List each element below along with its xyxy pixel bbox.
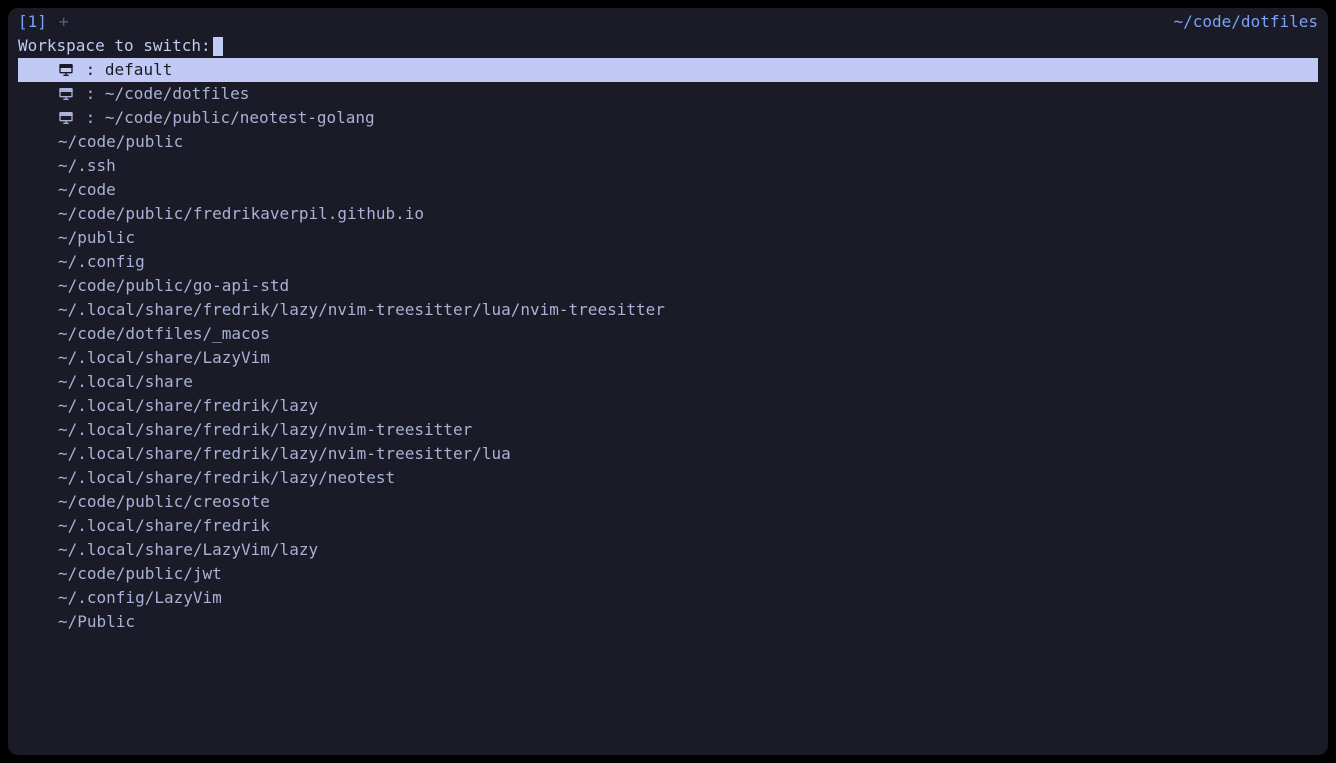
workspace-item[interactable]: ~/Public [18, 610, 1318, 634]
workspace-item[interactable]: ~/code/public [18, 130, 1318, 154]
workspace-item-label: ~/.config/LazyVim [58, 586, 222, 610]
session-path: ~/code/dotfiles [1174, 10, 1319, 34]
workspace-item[interactable]: ~/code/public/fredrikaverpil.github.io [18, 202, 1318, 226]
workspace-item-label: ~/code [58, 178, 116, 202]
workspace-icon [58, 58, 84, 82]
workspace-item[interactable]: ~/public [18, 226, 1318, 250]
workspace-item[interactable]: ~/.local/share [18, 370, 1318, 394]
workspace-item[interactable]: ~/.local/share/fredrik [18, 514, 1318, 538]
tab-bar: [1] + ~/code/dotfiles [18, 10, 1318, 34]
workspace-item[interactable]: ~/.config [18, 250, 1318, 274]
workspace-item-label: ~/code/dotfiles/_macos [58, 322, 270, 346]
workspace-item[interactable]: ~/.local/share/fredrik/lazy [18, 394, 1318, 418]
workspace-item-label: ~/.config [58, 250, 145, 274]
workspace-item-label: ~/code/public [58, 130, 183, 154]
workspace-item[interactable]: ~/code/public/go-api-std [18, 274, 1318, 298]
workspace-item-label: ~/.local/share/LazyVim/lazy [58, 538, 318, 562]
workspace-item[interactable]: ~/.local/share/fredrik/lazy/nvim-treesit… [18, 418, 1318, 442]
workspace-item[interactable]: : default [18, 58, 1318, 82]
tab-left-group: [1] + [18, 10, 69, 34]
workspace-item[interactable]: ~/.local/share/fredrik/lazy/nvim-treesit… [18, 298, 1318, 322]
workspace-item-label: ~/code/public/creosote [58, 490, 270, 514]
workspace-item-label: ~/code/public/go-api-std [58, 274, 289, 298]
workspace-icon [58, 106, 84, 130]
new-tab-button[interactable]: + [59, 10, 69, 34]
terminal-window: [1] + ~/code/dotfiles Workspace to switc… [8, 8, 1328, 755]
workspace-item-label: ~/.local/share/fredrik/lazy/nvim-treesit… [58, 298, 665, 322]
workspace-item[interactable]: ~/.local/share/fredrik/lazy/nvim-treesit… [18, 442, 1318, 466]
workspace-item-label: ~/.local/share/fredrik/lazy [58, 394, 318, 418]
workspace-item[interactable]: ~/code [18, 178, 1318, 202]
prompt-label: Workspace to switch: [18, 34, 211, 58]
workspace-item-label: ~/.local/share/fredrik [58, 514, 270, 538]
workspace-item-label: ~/.ssh [58, 154, 116, 178]
workspace-item-label: ~/public [58, 226, 135, 250]
workspace-item-label: ~/.local/share/LazyVim [58, 346, 270, 370]
tab-number[interactable]: [1] [18, 10, 47, 34]
workspace-item-label: : ~/code/dotfiles [86, 82, 250, 106]
workspace-list[interactable]: : default : ~/code/dotfiles : ~/code/pub… [18, 58, 1318, 634]
workspace-item[interactable]: ~/code/dotfiles/_macos [18, 322, 1318, 346]
workspace-item[interactable]: ~/code/public/jwt [18, 562, 1318, 586]
workspace-item[interactable]: : ~/code/public/neotest-golang [18, 106, 1318, 130]
prompt-line: Workspace to switch: [18, 34, 1318, 58]
workspace-item-label: ~/code/public/fredrikaverpil.github.io [58, 202, 424, 226]
workspace-item[interactable]: ~/.local/share/LazyVim/lazy [18, 538, 1318, 562]
workspace-item-label: ~/.local/share/fredrik/lazy/nvim-treesit… [58, 442, 511, 466]
workspace-item-label: : default [86, 58, 173, 82]
workspace-item-label: ~/.local/share [58, 370, 193, 394]
workspace-item-label: : ~/code/public/neotest-golang [86, 106, 375, 130]
workspace-item-label: ~/Public [58, 610, 135, 634]
workspace-item[interactable]: ~/.local/share/fredrik/lazy/neotest [18, 466, 1318, 490]
workspace-item[interactable]: ~/.config/LazyVim [18, 586, 1318, 610]
workspace-item-label: ~/.local/share/fredrik/lazy/nvim-treesit… [58, 418, 472, 442]
workspace-item[interactable]: ~/.ssh [18, 154, 1318, 178]
workspace-item-label: ~/.local/share/fredrik/lazy/neotest [58, 466, 395, 490]
workspace-icon [58, 82, 84, 106]
workspace-item-label: ~/code/public/jwt [58, 562, 222, 586]
prompt-input-cursor[interactable] [213, 37, 223, 56]
workspace-item[interactable]: : ~/code/dotfiles [18, 82, 1318, 106]
workspace-item[interactable]: ~/code/public/creosote [18, 490, 1318, 514]
workspace-item[interactable]: ~/.local/share/LazyVim [18, 346, 1318, 370]
